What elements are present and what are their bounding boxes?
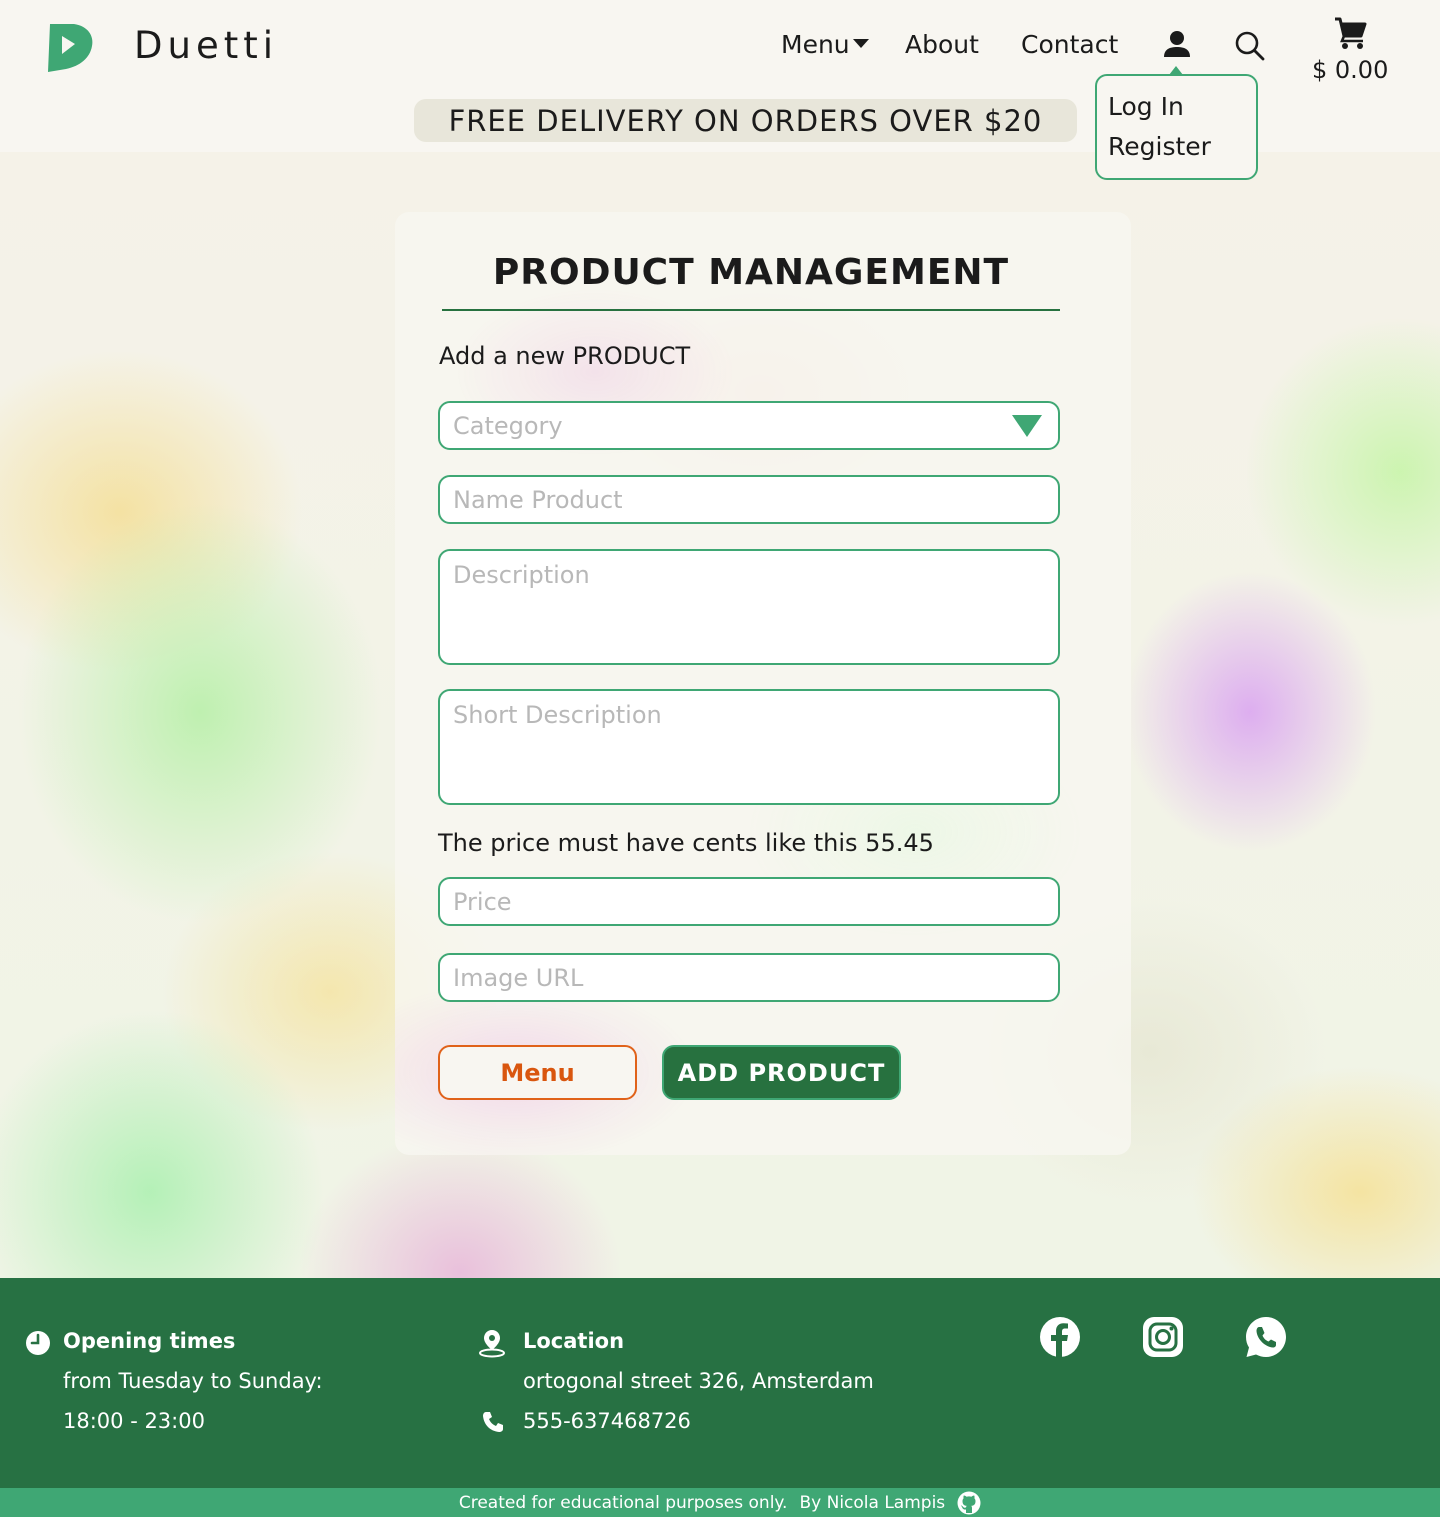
promo-text: FREE DELIVERY ON ORDERS OVER $20 — [448, 103, 1043, 138]
phone-number[interactable]: 555-637468726 — [523, 1409, 691, 1433]
instagram-icon[interactable] — [1142, 1316, 1184, 1358]
caret-down-icon — [852, 39, 869, 48]
credits-text: Created for educational purposes only. — [458, 1492, 788, 1513]
user-dropdown-menu: Log In Register — [1095, 66, 1258, 180]
menu-button[interactable]: Menu — [438, 1045, 637, 1100]
address: ortogonal street 326, Amsterdam — [523, 1369, 874, 1393]
nav-menu-label: Menu — [781, 30, 850, 59]
description-textarea[interactable] — [438, 549, 1060, 665]
location-title: Location — [523, 1329, 625, 1353]
author-text: By Nicola Lampis — [799, 1492, 946, 1513]
nav-menu-dropdown[interactable]: Menu — [781, 30, 869, 59]
login-link[interactable]: Log In — [1108, 92, 1184, 121]
dropdown-arrow — [1169, 66, 1183, 75]
register-link[interactable]: Register — [1108, 132, 1211, 161]
image-url-input[interactable] — [438, 953, 1060, 1002]
user-icon[interactable] — [1163, 30, 1191, 60]
opening-hours: 18:00 - 23:00 — [63, 1409, 205, 1433]
price-hint: The price must have cents like this 55.4… — [438, 829, 934, 857]
brand-name[interactable]: Duetti — [134, 24, 278, 67]
category-select[interactable]: Category — [438, 401, 1060, 450]
clock-icon — [26, 1331, 50, 1355]
page-title: PRODUCT MANAGEMENT — [492, 252, 1010, 293]
product-name-input[interactable] — [438, 475, 1060, 524]
duetti-logo-icon[interactable] — [44, 20, 96, 72]
github-icon[interactable] — [957, 1491, 981, 1515]
add-product-button[interactable]: ADD PRODUCT — [662, 1045, 901, 1100]
cart-total: $ 0.00 — [1312, 56, 1389, 84]
nav-about-link[interactable]: About — [905, 30, 979, 59]
opening-times-title: Opening times — [63, 1329, 236, 1353]
form-subtitle: Add a new PRODUCT — [439, 342, 691, 370]
credits-bar: Created for educational purposes only. B… — [0, 1488, 1440, 1517]
cart-icon[interactable] — [1333, 16, 1367, 50]
category-placeholder: Category — [453, 412, 563, 440]
triangle-down-icon — [1012, 415, 1042, 437]
phone-icon — [483, 1412, 503, 1432]
whatsapp-icon[interactable] — [1245, 1316, 1287, 1358]
product-management-card: PRODUCT MANAGEMENT Add a new PRODUCT Cat… — [395, 212, 1131, 1155]
promo-banner: FREE DELIVERY ON ORDERS OVER $20 — [414, 99, 1077, 142]
short-description-textarea[interactable] — [438, 689, 1060, 805]
opening-days: from Tuesday to Sunday: — [63, 1369, 323, 1393]
location-pin-icon — [479, 1330, 505, 1358]
nav-contact-link[interactable]: Contact — [1021, 30, 1118, 59]
title-divider — [442, 309, 1060, 311]
search-icon[interactable] — [1234, 30, 1266, 62]
facebook-icon[interactable] — [1039, 1316, 1081, 1358]
price-input[interactable] — [438, 877, 1060, 926]
site-footer: Opening times from Tuesday to Sunday: 18… — [0, 1278, 1440, 1488]
